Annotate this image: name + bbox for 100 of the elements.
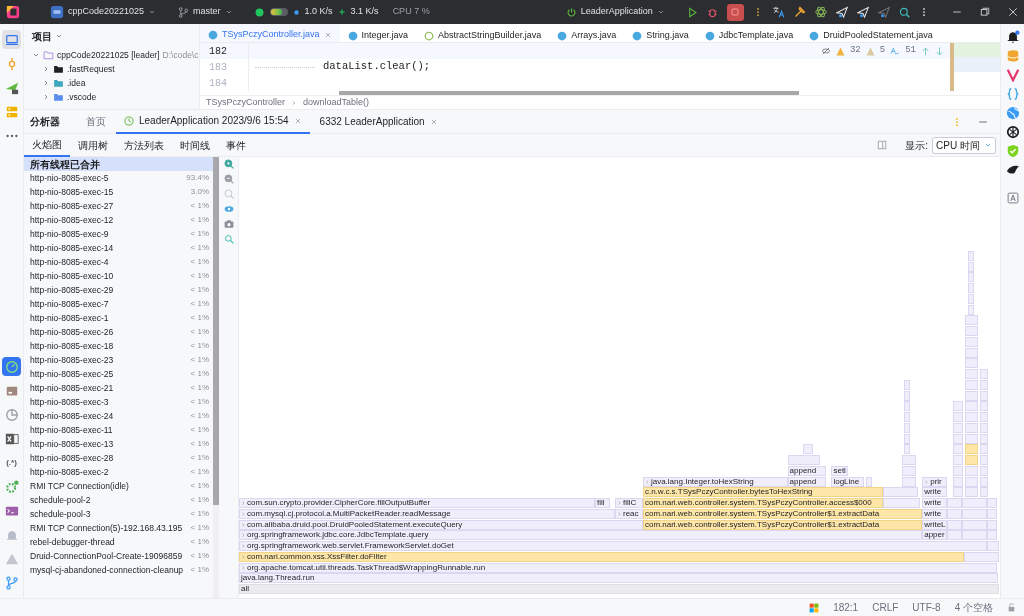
flame-frame[interactable] bbox=[987, 498, 997, 508]
flame-frame[interactable] bbox=[965, 465, 979, 476]
flame-frame[interactable] bbox=[968, 304, 975, 315]
flame-frame[interactable] bbox=[902, 455, 917, 465]
flame-frame[interactable]: write bbox=[922, 487, 948, 498]
thread-row[interactable]: Druid-ConnectionPool-Create-19096859 < 1% bbox=[24, 549, 213, 563]
tool-window-button[interactable] bbox=[2, 30, 21, 49]
thread-row[interactable]: http-nio-8085-exec-2 < 1% bbox=[24, 465, 213, 479]
thread-row[interactable]: http-nio-8085-exec-10 < 1% bbox=[24, 269, 213, 283]
flame-frame[interactable]: com.nari.web.controller.system.TSysPczyController$1.extractData bbox=[642, 519, 923, 530]
flame-frame[interactable]: com.mysql.cj.protocol.a.MultiPacketReader.readMessage bbox=[239, 508, 615, 519]
editor-tab[interactable]: Integer.java bbox=[339, 24, 417, 43]
status-item[interactable]: 4 个空格 bbox=[954, 600, 993, 615]
flame-frame[interactable] bbox=[965, 347, 979, 358]
arrow-up-icon[interactable] bbox=[921, 46, 930, 56]
flame-frame[interactable] bbox=[904, 390, 911, 401]
flame-frame[interactable] bbox=[987, 541, 999, 551]
run-icon[interactable] bbox=[686, 6, 698, 18]
editor-tab[interactable]: DruidPooledStatement.java bbox=[801, 24, 941, 43]
flame-frame[interactable] bbox=[953, 401, 964, 412]
editor-tab[interactable]: AbstractStringBuilder.java bbox=[416, 24, 550, 43]
flame-frame[interactable] bbox=[965, 444, 979, 455]
tree-item[interactable]: cppCode20221025 [leader] D:\code\c bbox=[24, 48, 199, 62]
flame-frame[interactable] bbox=[904, 379, 911, 390]
tool-window-button[interactable]: (.*) bbox=[2, 453, 21, 472]
thread-row[interactable]: http-nio-8085-exec-24 < 1% bbox=[24, 409, 213, 423]
thread-row[interactable]: http-nio-8085-exec-9 < 1% bbox=[24, 227, 213, 241]
flame-frame[interactable]: com.nari.web.controller.system.TSysPczyController.access$000 bbox=[642, 498, 884, 508]
v-icon[interactable] bbox=[1005, 68, 1020, 82]
globe-icon[interactable] bbox=[1005, 106, 1020, 120]
flame-frame[interactable] bbox=[980, 465, 988, 476]
braces-icon[interactable] bbox=[1005, 87, 1020, 101]
flame-frame[interactable] bbox=[965, 412, 979, 422]
scrollbar-thumb[interactable] bbox=[213, 157, 219, 505]
flame-frame[interactable] bbox=[965, 379, 979, 390]
tree-item[interactable]: .fastRequest bbox=[24, 62, 199, 76]
thread-row[interactable]: http-nio-8085-exec-26 < 1% bbox=[24, 325, 213, 339]
eye-icon[interactable] bbox=[223, 204, 234, 214]
flame-frame[interactable]: org.apache.tomcat.util.threads.TaskThread$WrappingRunnable.run bbox=[239, 562, 997, 573]
flame-frame[interactable] bbox=[965, 326, 979, 336]
flame-frame[interactable]: c.n.w.c.s.TSysPczyController.bytesToHexString bbox=[642, 487, 884, 498]
flame-frame[interactable] bbox=[965, 433, 979, 444]
flame-frame[interactable] bbox=[968, 283, 975, 293]
thread-row[interactable]: http-nio-8085-exec-29 < 1% bbox=[24, 283, 213, 297]
restore-icon[interactable] bbox=[980, 7, 990, 17]
profiler-tab[interactable]: 首页 bbox=[78, 109, 114, 134]
flame-frame[interactable] bbox=[965, 358, 979, 369]
thread-row[interactable]: RMI TCP Connection(idle) < 1% bbox=[24, 479, 213, 493]
run-configuration[interactable]: LeaderApplication bbox=[565, 5, 665, 19]
thread-row[interactable]: mysql-cj-abandoned-connection-cleanup < 1% bbox=[24, 563, 213, 577]
knot-icon[interactable] bbox=[1005, 125, 1020, 139]
flame-frame[interactable] bbox=[802, 444, 814, 455]
bug-icon[interactable] bbox=[706, 6, 718, 18]
zoom-in-icon[interactable] bbox=[223, 159, 234, 169]
flame-frame[interactable] bbox=[866, 476, 873, 487]
flame-frame[interactable]: prir bbox=[922, 476, 948, 487]
bell-icon[interactable] bbox=[1005, 30, 1020, 44]
view-tab[interactable]: 方法列表 bbox=[116, 133, 172, 157]
flame-frame[interactable] bbox=[980, 369, 988, 379]
breadcrumb-item[interactable]: TSysPczyController bbox=[206, 95, 286, 110]
flame-frame[interactable] bbox=[965, 315, 979, 326]
search-icon[interactable] bbox=[898, 6, 910, 18]
chevron-right-icon[interactable] bbox=[42, 65, 50, 73]
flame-frame[interactable] bbox=[987, 530, 997, 541]
thread-row[interactable]: rebel-debugger-thread < 1% bbox=[24, 535, 213, 549]
flame-frame[interactable]: append bbox=[787, 465, 827, 476]
shield-icon[interactable] bbox=[1005, 144, 1020, 158]
hammer-icon[interactable] bbox=[793, 6, 806, 18]
flame-frame[interactable]: com.alibaba.druid.pool.DruidPooledStatement.executeQuery bbox=[239, 519, 643, 530]
atom-icon[interactable] bbox=[814, 6, 827, 18]
flame-frame[interactable] bbox=[953, 433, 964, 444]
flame-frame[interactable]: fillC bbox=[615, 498, 643, 508]
flame-frame[interactable] bbox=[968, 293, 975, 304]
thread-row[interactable]: schedule-pool-2 < 1% bbox=[24, 493, 213, 507]
flame-frame[interactable] bbox=[968, 261, 975, 272]
flame-frame[interactable] bbox=[965, 455, 979, 465]
flame-frame[interactable] bbox=[968, 250, 975, 261]
flame-frame[interactable] bbox=[980, 487, 988, 498]
flame-frame[interactable] bbox=[980, 422, 988, 433]
flame-frame[interactable] bbox=[904, 433, 911, 444]
breadcrumb-item[interactable]: downloadTable() bbox=[303, 95, 370, 110]
thread-row[interactable]: http-nio-8085-exec-25 < 1% bbox=[24, 367, 213, 381]
thread-row[interactable]: http-nio-8085-exec-5 93.4% bbox=[24, 171, 213, 185]
flame-frame[interactable] bbox=[904, 412, 911, 422]
flame-frame[interactable]: org.springframework.jdbc.core.JdbcTemplate.query bbox=[239, 530, 923, 541]
thread-row[interactable]: schedule-pool-3 < 1% bbox=[24, 507, 213, 521]
eye-off-icon[interactable] bbox=[820, 47, 831, 56]
thread-row[interactable]: http-nio-8085-exec-13 < 1% bbox=[24, 437, 213, 451]
flame-frame[interactable] bbox=[965, 401, 979, 412]
flame-frame[interactable] bbox=[953, 422, 964, 433]
flame-frame[interactable] bbox=[904, 444, 911, 455]
status-item[interactable]: CRLF bbox=[872, 600, 899, 615]
flame-frame[interactable]: writeL bbox=[922, 519, 948, 530]
lock-icon[interactable] bbox=[1007, 603, 1016, 612]
zoom-out-icon[interactable] bbox=[223, 174, 234, 184]
zoom-reset-icon[interactable] bbox=[223, 189, 234, 199]
stop-button[interactable] bbox=[726, 3, 744, 21]
flame-frame[interactable]: write bbox=[922, 498, 948, 508]
thread-row[interactable]: http-nio-8085-exec-12 < 1% bbox=[24, 213, 213, 227]
flame-frame[interactable]: java.lang.Integer.toHexString bbox=[642, 476, 788, 487]
